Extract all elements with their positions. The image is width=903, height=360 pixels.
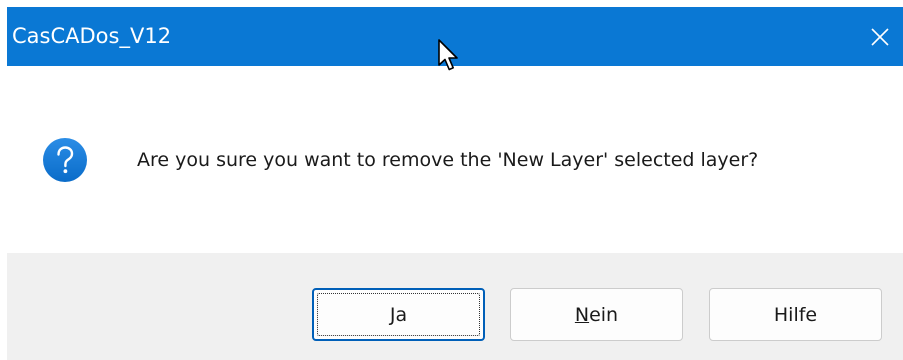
window-title: CasCADos_V12 bbox=[12, 24, 172, 48]
message-text: Are you sure you want to remove the 'New… bbox=[137, 149, 759, 171]
mouse-pointer-icon bbox=[438, 39, 458, 71]
yes-button[interactable]: Ja bbox=[312, 288, 485, 341]
yes-button-label: a bbox=[395, 303, 408, 326]
help-button-label: Hilfe bbox=[773, 303, 818, 326]
close-button[interactable] bbox=[857, 7, 903, 66]
help-button[interactable]: Hilfe bbox=[709, 288, 882, 341]
no-button-label: ein bbox=[589, 303, 619, 326]
question-icon bbox=[43, 138, 87, 182]
no-button-mnemonic: N bbox=[574, 303, 590, 326]
button-bar: Ja Nein Hilfe bbox=[7, 253, 903, 360]
close-icon bbox=[871, 27, 889, 46]
message-dialog: CasCADos_V12 Are you sure you want to re… bbox=[0, 0, 903, 360]
dialog-content: Are you sure you want to remove the 'New… bbox=[0, 66, 903, 253]
no-button[interactable]: Nein bbox=[510, 288, 683, 341]
